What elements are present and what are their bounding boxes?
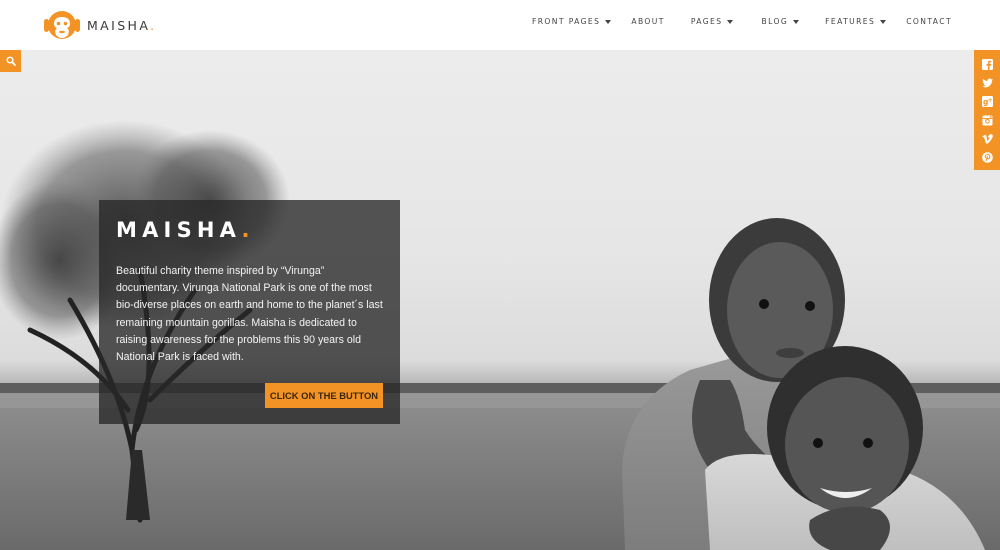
nav-label: BLOG bbox=[761, 17, 789, 26]
nav-blog[interactable]: BLOG bbox=[761, 17, 800, 26]
monkey-logo-icon bbox=[44, 11, 80, 39]
social-bar: g + bbox=[974, 50, 1000, 170]
site-logo[interactable]: MAISHA. bbox=[43, 8, 156, 42]
vimeo-link[interactable] bbox=[981, 133, 993, 145]
nav-features[interactable]: FEATURES bbox=[825, 17, 887, 26]
hero-title: MAISHA. bbox=[116, 218, 255, 242]
google-plus-link[interactable]: g + bbox=[981, 95, 993, 107]
nav-about[interactable]: ABOUT bbox=[631, 17, 664, 26]
main-nav: FRONT PAGES ABOUT PAGES BLOG FEATURES CO… bbox=[532, 17, 952, 26]
facebook-icon bbox=[981, 58, 993, 70]
facebook-link[interactable] bbox=[981, 58, 993, 70]
hero-info-box: MAISHA. Beautiful charity theme inspired… bbox=[99, 200, 400, 424]
twitter-icon bbox=[981, 78, 993, 88]
hero-description: Beautiful charity theme inspired by “Vir… bbox=[116, 265, 383, 364]
nav-label: CONTACT bbox=[906, 17, 952, 26]
instagram-link[interactable] bbox=[981, 114, 993, 126]
cta-button[interactable]: CLICK ON THE BUTTON bbox=[265, 383, 383, 408]
caret-down-icon bbox=[605, 19, 612, 24]
pinterest-link[interactable] bbox=[981, 151, 993, 163]
nav-pages[interactable]: PAGES bbox=[691, 17, 734, 26]
nav-contact[interactable]: CONTACT bbox=[906, 17, 952, 26]
caret-down-icon bbox=[793, 19, 800, 24]
vimeo-icon bbox=[981, 133, 993, 144]
nav-label: FRONT PAGES bbox=[531, 17, 601, 26]
twitter-link[interactable] bbox=[981, 77, 993, 89]
nav-label: PAGES bbox=[690, 17, 723, 26]
google-plus-icon: g + bbox=[981, 95, 993, 107]
caret-down-icon bbox=[880, 19, 887, 24]
search-button[interactable] bbox=[0, 50, 21, 72]
caret-down-icon bbox=[727, 19, 734, 24]
nav-front-pages[interactable]: FRONT PAGES bbox=[531, 17, 612, 26]
nav-label: FEATURES bbox=[825, 17, 876, 26]
instagram-icon bbox=[982, 115, 992, 126]
nav-label: ABOUT bbox=[631, 17, 665, 26]
svg-text:+: + bbox=[987, 97, 992, 104]
search-icon bbox=[5, 56, 16, 66]
logo-text: MAISHA. bbox=[87, 17, 157, 33]
site-header: MAISHA. FRONT PAGES ABOUT PAGES BLOG FEA… bbox=[0, 0, 1000, 50]
pinterest-icon bbox=[981, 151, 993, 163]
